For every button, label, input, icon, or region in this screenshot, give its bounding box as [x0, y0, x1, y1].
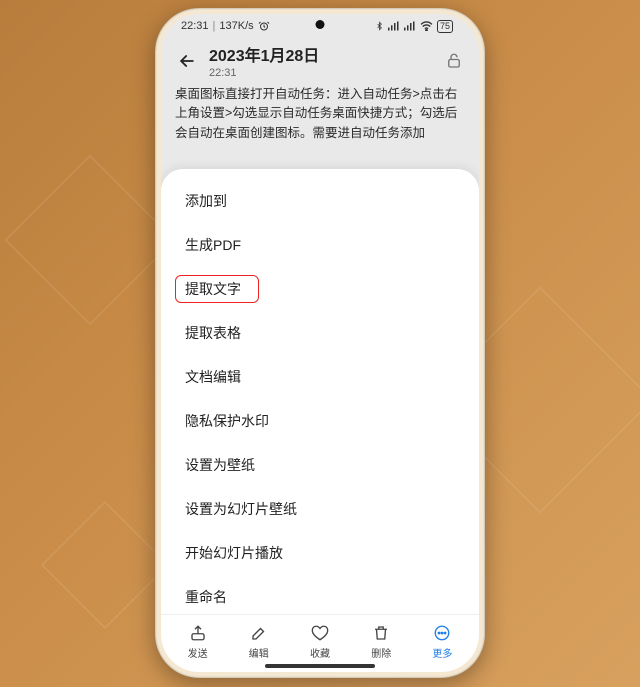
- bottombar-label: 发送: [188, 645, 208, 660]
- more-actions-sheet: 添加到生成PDF 提取文字提取表格文档编辑隐私保护水印设置为壁纸设置为幻灯片壁纸开…: [161, 169, 479, 672]
- signal-icon-1: [388, 21, 400, 31]
- favorite-button[interactable]: 收藏: [289, 623, 350, 660]
- note-date: 2023年1月28日: [209, 42, 433, 66]
- home-indicator[interactable]: [265, 664, 375, 668]
- menu-item[interactable]: 提取表格: [161, 311, 479, 355]
- status-net-speed: 137K/s: [219, 20, 253, 32]
- camera-notch: [316, 20, 325, 29]
- bottombar-label: 删除: [371, 645, 391, 660]
- menu-item[interactable]: 设置为壁纸: [161, 443, 479, 487]
- menu-item[interactable]: 开始幻灯片播放: [161, 531, 479, 575]
- menu-item-label: 文档编辑: [185, 369, 241, 385]
- menu-item[interactable]: 添加到: [161, 179, 479, 223]
- lock-icon[interactable]: [443, 50, 465, 72]
- menu-item-label: 提取文字: [185, 281, 241, 297]
- menu-item-label: 开始幻灯片播放: [185, 545, 283, 561]
- battery-icon: 75: [437, 20, 453, 33]
- bottombar-label: 编辑: [249, 645, 269, 660]
- menu-item[interactable]: 隐私保护水印: [161, 399, 479, 443]
- bluetooth-icon: [375, 20, 384, 32]
- menu-item-label: 设置为幻灯片壁纸: [185, 501, 297, 517]
- phone-frame: 22:31 | 137K/s: [155, 8, 485, 678]
- trash-icon: [371, 623, 391, 643]
- signal-icon-2: [404, 21, 416, 31]
- more-button[interactable]: 更多: [412, 623, 473, 660]
- menu-item-label: 提取表格: [185, 325, 241, 341]
- send-button[interactable]: 发送: [167, 623, 228, 660]
- menu-item[interactable]: 提取文字: [161, 267, 479, 311]
- note-header: 2023年1月28日 22:31: [161, 38, 479, 81]
- menu-item[interactable]: 设置为幻灯片壁纸: [161, 487, 479, 531]
- bottombar-label: 收藏: [310, 645, 330, 660]
- menu-item[interactable]: 生成PDF: [161, 223, 479, 267]
- menu-item[interactable]: 文档编辑: [161, 355, 479, 399]
- menu-list: 添加到生成PDF 提取文字提取表格文档编辑隐私保护水印设置为壁纸设置为幻灯片壁纸开…: [161, 169, 479, 614]
- status-time: 22:31: [181, 20, 209, 32]
- bottombar-label: 更多: [432, 645, 452, 660]
- screen: 22:31 | 137K/s: [161, 14, 479, 672]
- wifi-icon: [420, 21, 433, 31]
- heart-icon: [310, 623, 330, 643]
- menu-item[interactable]: 重命名: [161, 575, 479, 614]
- menu-item-label: 设置为壁纸: [185, 457, 255, 473]
- menu-item-label: 重命名: [185, 589, 227, 605]
- menu-item-label: 添加到: [185, 193, 227, 209]
- more-icon: [432, 623, 452, 643]
- share-icon: [188, 623, 208, 643]
- delete-button[interactable]: 删除: [351, 623, 412, 660]
- alarm-icon: [258, 20, 270, 32]
- back-button[interactable]: [175, 49, 199, 73]
- menu-item-label: 隐私保护水印: [185, 413, 269, 429]
- edit-icon: [249, 623, 269, 643]
- note-time: 22:31: [209, 67, 433, 79]
- menu-item-label: 生成PDF: [185, 237, 241, 253]
- edit-button[interactable]: 编辑: [228, 623, 289, 660]
- note-body-text: 桌面图标直接打开自动任务：进入自动任务>点击右上角设置>勾选显示自动任务桌面快捷…: [161, 81, 479, 147]
